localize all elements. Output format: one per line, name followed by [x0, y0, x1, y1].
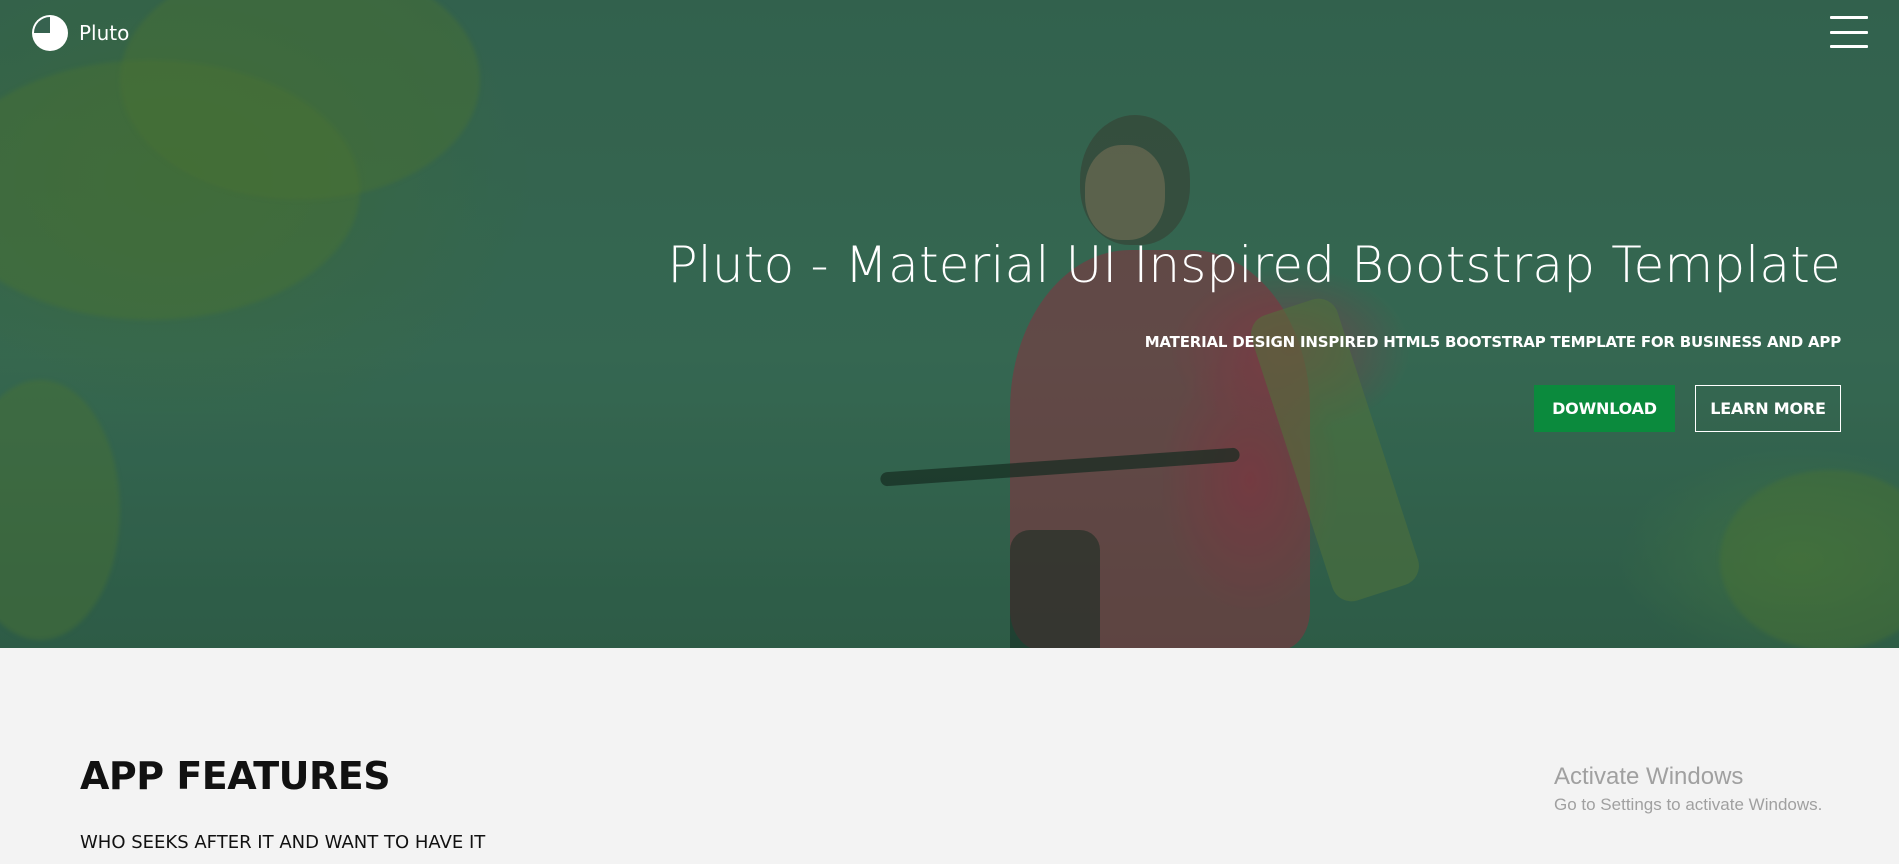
activate-windows-watermark: Activate Windows Go to Settings to activ…	[1554, 763, 1822, 815]
features-title: APP FEATURES	[80, 754, 391, 798]
features-subtitle: WHO SEEKS AFTER IT AND WANT TO HAVE IT	[80, 832, 486, 853]
hero-title: Pluto - Material UI Inspired Bootstrap T…	[667, 236, 1841, 294]
watermark-subtitle: Go to Settings to activate Windows.	[1554, 795, 1823, 814]
brand-name: Pluto	[79, 21, 130, 45]
hero-subtitle: MATERIAL DESIGN INSPIRED HTML5 BOOTSTRAP…	[1144, 333, 1841, 351]
hero-section: Pluto Pluto - Material UI Inspired Boots…	[0, 0, 1899, 648]
hamburger-menu-icon[interactable]	[1830, 16, 1868, 48]
learn-more-button[interactable]: LEARN MORE	[1695, 385, 1841, 432]
pie-logo-icon	[32, 15, 68, 51]
watermark-title: Activate Windows	[1554, 763, 1744, 790]
hero-overlay	[0, 0, 1899, 648]
top-navbar: Pluto	[0, 0, 1899, 66]
brand-link[interactable]: Pluto	[31, 14, 129, 52]
download-button[interactable]: DOWNLOAD	[1534, 385, 1675, 432]
